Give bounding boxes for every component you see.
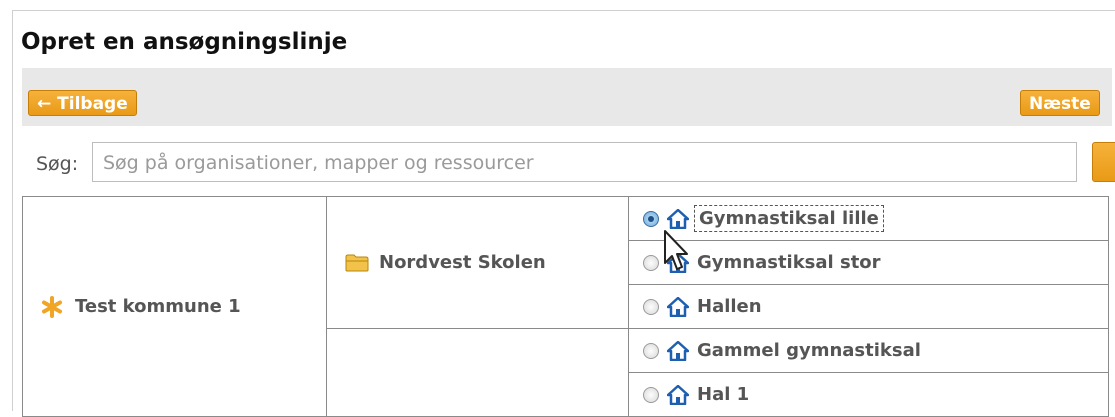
asterisk-icon xyxy=(42,295,62,318)
folder-cell[interactable]: Nordvest Skolen xyxy=(326,196,629,329)
home-icon xyxy=(667,340,689,361)
resource-row[interactable]: Hal 1 xyxy=(628,372,1109,417)
folder-cell-empty xyxy=(326,328,629,417)
search-label: Søg: xyxy=(36,153,79,175)
search-input[interactable]: Søg på organisationer, mapper og ressour… xyxy=(92,142,1077,182)
resource-label: Gymnastiksal stor xyxy=(697,252,881,273)
resource-label: Gymnastiksal lille xyxy=(694,205,884,232)
resource-radio[interactable] xyxy=(643,254,659,271)
resource-label: Hal 1 xyxy=(697,384,750,405)
page-title: Opret en ansøgningslinje xyxy=(21,29,348,55)
folder-label: Nordvest Skolen xyxy=(379,252,546,273)
resource-label: Hallen xyxy=(697,296,762,317)
resource-row[interactable]: Gymnastiksal lille xyxy=(628,196,1109,241)
title-bar: Opret en ansøgningslinje xyxy=(13,11,1115,69)
search-row: Søg: Søg på organisationer, mapper og re… xyxy=(22,140,1115,188)
resource-radio[interactable] xyxy=(643,342,659,359)
home-icon xyxy=(667,208,689,229)
resource-radio[interactable] xyxy=(643,298,659,315)
resource-radio-selected[interactable] xyxy=(643,210,659,227)
resource-label: Gammel gymnastiksal xyxy=(697,340,921,361)
resource-row[interactable]: Gymnastiksal stor xyxy=(628,240,1109,285)
organization-label: Test kommune 1 xyxy=(75,296,241,317)
organization-cell[interactable]: Test kommune 1 xyxy=(22,196,327,417)
mouse-cursor-icon xyxy=(664,230,688,270)
toolbar: ← Tilbage Næste xyxy=(22,68,1112,126)
resource-row[interactable]: Gammel gymnastiksal xyxy=(628,328,1109,373)
back-button[interactable]: ← Tilbage xyxy=(28,90,137,116)
home-icon xyxy=(667,296,689,317)
search-button[interactable] xyxy=(1092,142,1115,182)
resource-radio[interactable] xyxy=(643,386,659,403)
folder-icon xyxy=(345,254,369,271)
next-button[interactable]: Næste xyxy=(1020,90,1100,116)
home-icon xyxy=(667,384,689,405)
resource-row[interactable]: Hallen xyxy=(628,284,1109,329)
resource-tree-table: Test kommune 1 Nordvest Skolen Gymnastik… xyxy=(22,196,1109,417)
